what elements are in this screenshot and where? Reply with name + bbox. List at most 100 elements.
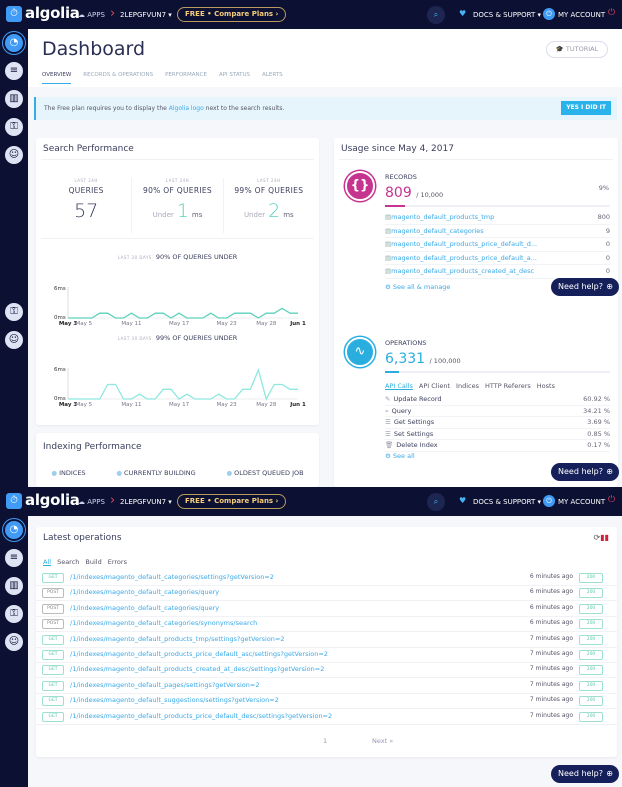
tab-api-calls[interactable]: API Calls <box>385 382 413 390</box>
algolia-logo-icon[interactable]: ⏱ <box>6 6 22 22</box>
tab-indices[interactable]: Indices <box>456 382 479 390</box>
indices-icon[interactable]: ≡ <box>5 549 23 567</box>
index-name-link[interactable]: magento_default_products_price_default_d… <box>391 240 537 248</box>
index-name-link[interactable]: magento_default_products_created_at_desc <box>391 267 534 275</box>
my-account-menu[interactable]: MY ACCOUNT <box>558 498 605 506</box>
algolia-logo-link[interactable]: Algolia logo <box>169 105 204 112</box>
logout-icon[interactable]: ⏻ <box>608 8 615 18</box>
tab-hosts[interactable]: Hosts <box>537 382 555 390</box>
need-help-button[interactable]: Need help? ⊕ <box>551 463 619 481</box>
filter-all[interactable]: All <box>43 558 51 566</box>
request-path-link[interactable]: /1/indexes/magento_default_products_crea… <box>70 665 324 673</box>
brand[interactable]: algolia <box>25 491 80 509</box>
request-path-link[interactable]: /1/indexes/magento_default_products_tmp/… <box>70 635 285 643</box>
tab-http-referers[interactable]: HTTP Referers <box>485 382 531 390</box>
request-path-link[interactable]: /1/indexes/magento_default_suggestions/s… <box>70 696 279 704</box>
algolia-logo-icon[interactable]: ⏱ <box>6 493 22 509</box>
index-row[interactable]: ▤magento_default_categories 9 <box>385 225 610 238</box>
tab-alerts[interactable]: ALERTS <box>262 72 283 84</box>
index-name-link[interactable]: magento_default_products_price_default_a… <box>391 254 537 262</box>
indexing-metric: ● OLDEST QUEUED JOB <box>227 469 304 477</box>
request-path-link[interactable]: /1/indexes/magento_default_products_pric… <box>70 712 332 720</box>
apps-link[interactable]: ☁ APPS <box>78 498 105 506</box>
filter-errors[interactable]: Errors <box>108 558 127 566</box>
operation-log-row[interactable]: POST/1/indexes/magento_default_categorie… <box>36 586 617 602</box>
api-keys-icon[interactable]: ⚿ <box>5 605 23 623</box>
account-icon[interactable]: ⏻ <box>543 8 555 20</box>
line-chart: 6ms0msMay 3May 5 May 11 May 17 May 23 May 28… <box>54 367 306 408</box>
lifebuoy-icon: ⊕ <box>606 467 613 476</box>
analytics-icon[interactable]: ▥ <box>5 577 23 595</box>
card-title: Usage since May 4, 2017 <box>341 144 454 154</box>
app-selector[interactable]: 2LEPGFVUN7 ▾ <box>120 498 172 506</box>
compare-plans-button[interactable]: FREE • Compare Plans › <box>177 7 287 22</box>
records-percent: 9% <box>598 184 609 192</box>
app-selector[interactable]: 2LEPGFVUN7 ▾ <box>120 11 172 19</box>
analytics-icon[interactable]: ▥ <box>5 90 23 108</box>
next-page-link[interactable]: Next » <box>372 737 393 745</box>
docs-support-menu[interactable]: DOCS & SUPPORT ▾ <box>473 498 541 506</box>
request-path-link[interactable]: /1/indexes/magento_default_categories/qu… <box>70 604 219 612</box>
status-code-badge: 200 <box>579 603 603 614</box>
tab-overview[interactable]: OVERVIEW <box>42 72 72 84</box>
api-keys-icon[interactable]: ⚿ <box>5 303 23 321</box>
tab-api-status[interactable]: API STATUS <box>219 72 250 84</box>
search-icon[interactable]: ⌕ <box>427 493 445 511</box>
docs-support-menu[interactable]: DOCS & SUPPORT ▾ <box>473 11 541 19</box>
request-path-link[interactable]: /1/indexes/magento_default_products_pric… <box>70 650 328 658</box>
need-help-button[interactable]: Need help? ⊕ <box>551 765 619 783</box>
search-icon[interactable]: ⌕ <box>427 6 445 24</box>
yes-i-did-it-button[interactable]: YES I DID IT <box>561 101 611 115</box>
y-tick-label: 6ms <box>54 367 66 373</box>
operation-log-row[interactable]: GET/1/indexes/magento_default_suggestion… <box>36 694 617 710</box>
request-path-link[interactable]: /1/indexes/magento_default_categories/se… <box>70 573 274 581</box>
team-icon[interactable]: ☺ <box>5 146 23 164</box>
filter-search[interactable]: Search <box>57 558 79 566</box>
index-row[interactable]: ▤magento_default_products_tmp 800 <box>385 211 610 225</box>
team-icon[interactable]: ☺ <box>5 331 23 349</box>
index-name-link[interactable]: magento_default_products_tmp <box>391 213 494 221</box>
apps-link[interactable]: ☁ APPS <box>78 11 105 19</box>
api-keys-icon[interactable]: ⚿ <box>5 118 23 136</box>
see-all-manage-link[interactable]: ⚙ See all & manage <box>385 283 450 291</box>
index-name-link[interactable]: magento_default_categories <box>391 227 484 235</box>
indices-icon[interactable]: ≡ <box>5 62 23 80</box>
page-number[interactable]: 1 <box>323 737 327 745</box>
account-icon[interactable]: ⏻ <box>543 495 555 507</box>
timestamp: 7 minutes ago <box>529 680 573 688</box>
heart-icon: ♥ <box>459 9 467 18</box>
tutorial-button[interactable]: 🎓 TUTORIAL <box>546 41 608 58</box>
see-all-operations-link[interactable]: ⚙ See all <box>385 452 415 460</box>
operation-row: ☰ Get Settings 3.69 % <box>385 417 610 429</box>
operation-log-row[interactable]: GET/1/indexes/magento_default_products_p… <box>36 648 617 663</box>
tab-records-operations[interactable]: RECORDS & OPERATIONS <box>83 72 153 84</box>
my-account-menu[interactable]: MY ACCOUNT <box>558 11 605 19</box>
request-path-link[interactable]: /1/indexes/magento_default_categories/sy… <box>70 619 257 627</box>
operation-log-row[interactable]: GET/1/indexes/magento_default_products_p… <box>36 710 617 725</box>
request-path-link[interactable]: /1/indexes/magento_default_pages/setting… <box>70 681 259 689</box>
tab-performance[interactable]: PERFORMANCE <box>165 72 207 84</box>
compare-plans-button[interactable]: FREE • Compare Plans › <box>177 494 287 509</box>
brand[interactable]: algolia <box>25 4 80 22</box>
operation-log-row[interactable]: GET/1/indexes/magento_default_products_c… <box>36 663 617 679</box>
team-icon[interactable]: ☺ <box>5 633 23 651</box>
need-help-button[interactable]: Need help? ⊕ <box>551 278 619 296</box>
filter-build[interactable]: Build <box>85 558 101 566</box>
index-row[interactable]: ▤magento_default_products_price_default_… <box>385 238 610 252</box>
request-path-link[interactable]: /1/indexes/magento_default_categories/qu… <box>70 588 219 596</box>
index-row[interactable]: ▤magento_default_products_created_at_des… <box>385 265 610 279</box>
dashboard-icon[interactable]: ◔ <box>5 521 23 539</box>
operation-log-row[interactable]: GET/1/indexes/magento_default_categories… <box>36 571 617 586</box>
index-row[interactable]: ▤magento_default_products_price_default_… <box>385 252 610 265</box>
operation-log-row[interactable]: GET/1/indexes/magento_default_products_t… <box>36 633 617 648</box>
operation-log-row[interactable]: POST/1/indexes/magento_default_categorie… <box>36 602 617 617</box>
heart-icon: ♥ <box>459 496 467 505</box>
see-all-label: See all <box>392 452 415 460</box>
operation-log-row[interactable]: GET/1/indexes/magento_default_pages/sett… <box>36 679 617 694</box>
operation-log-row[interactable]: POST/1/indexes/magento_default_categorie… <box>36 617 617 633</box>
tab-api-client[interactable]: API Client <box>419 382 450 390</box>
logout-icon[interactable]: ⏻ <box>608 495 615 505</box>
pause-icon[interactable]: ▮▮ <box>600 533 609 542</box>
timestamp: 7 minutes ago <box>529 711 573 719</box>
dashboard-icon[interactable]: ◔ <box>5 34 23 52</box>
